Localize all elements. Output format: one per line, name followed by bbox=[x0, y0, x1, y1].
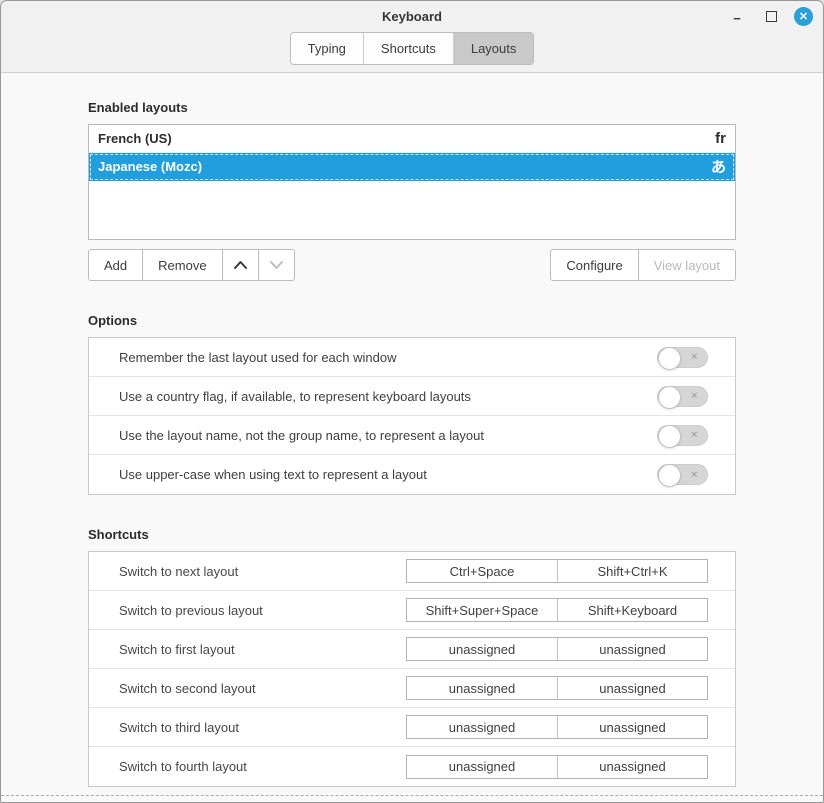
option-label: Use upper-case when using text to repres… bbox=[119, 467, 657, 482]
chevron-up-icon bbox=[233, 260, 248, 270]
keybinding-cell[interactable]: unassigned bbox=[557, 677, 707, 699]
layout-edit-button-group: Add Remove bbox=[88, 249, 295, 281]
toggle-off-x-icon: ✕ bbox=[690, 391, 698, 402]
toggle-knob bbox=[658, 464, 681, 487]
option-row-remember-last-layout: Remember the last layout used for each w… bbox=[89, 338, 735, 377]
keybinding-cell[interactable]: unassigned bbox=[407, 677, 557, 699]
shortcut-label: Switch to third layout bbox=[119, 720, 406, 735]
option-row-layout-name: Use the layout name, not the group name,… bbox=[89, 416, 735, 455]
binding-group: unassigned unassigned bbox=[406, 755, 708, 779]
titlebar: Keyboard − ✕ bbox=[1, 1, 823, 32]
remove-layout-button[interactable]: Remove bbox=[143, 249, 222, 281]
keybinding-cell[interactable]: Shift+Ctrl+K bbox=[557, 560, 707, 582]
keyboard-settings-window: Keyboard − ✕ Typing Shortcuts Layouts En… bbox=[0, 0, 824, 803]
shortcuts-box: Switch to next layout Ctrl+Space Shift+C… bbox=[88, 551, 736, 787]
toggle-off-x-icon: ✕ bbox=[690, 469, 698, 480]
option-label: Use a country flag, if available, to rep… bbox=[119, 389, 657, 404]
view-layout-button[interactable]: View layout bbox=[639, 249, 736, 281]
move-layout-down-button[interactable] bbox=[259, 249, 295, 281]
tab-typing[interactable]: Typing bbox=[291, 33, 363, 64]
enabled-layouts-list[interactable]: French (US) fr Japanese (Mozc) あ bbox=[88, 124, 736, 240]
maximize-icon bbox=[766, 11, 777, 22]
close-button[interactable]: ✕ bbox=[794, 7, 813, 26]
shortcut-row-next-layout: Switch to next layout Ctrl+Space Shift+C… bbox=[89, 552, 735, 591]
toggle-knob bbox=[658, 425, 681, 448]
layout-row-french-us[interactable]: French (US) fr bbox=[89, 125, 735, 153]
keybinding-cell[interactable]: Shift+Super+Space bbox=[407, 599, 557, 621]
enabled-layouts-heading: Enabled layouts bbox=[88, 100, 736, 115]
keybinding-cell[interactable]: unassigned bbox=[407, 756, 557, 778]
layout-row-japanese-mozc[interactable]: Japanese (Mozc) あ bbox=[89, 153, 735, 181]
keybinding-cell[interactable]: unassigned bbox=[557, 756, 707, 778]
keybinding-cell[interactable]: unassigned bbox=[407, 716, 557, 738]
bottom-resize-separator bbox=[1, 795, 823, 796]
layout-indicator: fr bbox=[715, 130, 726, 147]
tab-shortcuts[interactable]: Shortcuts bbox=[363, 33, 453, 64]
toggle-country-flag[interactable]: ✕ bbox=[657, 386, 708, 407]
shortcut-row-second-layout: Switch to second layout unassigned unass… bbox=[89, 669, 735, 708]
layout-name: French (US) bbox=[98, 131, 715, 146]
chevron-down-icon bbox=[269, 260, 284, 270]
toggle-knob bbox=[658, 386, 681, 409]
options-box: Remember the last layout used for each w… bbox=[88, 337, 736, 495]
tab-layouts[interactable]: Layouts bbox=[453, 33, 534, 64]
move-layout-up-button[interactable] bbox=[223, 249, 259, 281]
binding-group: unassigned unassigned bbox=[406, 676, 708, 700]
minimize-button[interactable]: − bbox=[726, 6, 748, 28]
window-title: Keyboard bbox=[1, 9, 823, 24]
option-label: Remember the last layout used for each w… bbox=[119, 350, 657, 365]
shortcut-label: Switch to second layout bbox=[119, 681, 406, 696]
option-row-upper-case: Use upper-case when using text to repres… bbox=[89, 455, 735, 494]
maximize-button[interactable] bbox=[760, 6, 782, 28]
toggle-layout-name[interactable]: ✕ bbox=[657, 425, 708, 446]
keybinding-cell[interactable]: unassigned bbox=[557, 638, 707, 660]
shortcut-label: Switch to next layout bbox=[119, 564, 406, 579]
shortcut-row-third-layout: Switch to third layout unassigned unassi… bbox=[89, 708, 735, 747]
option-row-country-flag: Use a country flag, if available, to rep… bbox=[89, 377, 735, 416]
toggle-knob bbox=[658, 347, 681, 370]
configure-button[interactable]: Configure bbox=[550, 249, 638, 281]
tab-switcher: Typing Shortcuts Layouts bbox=[290, 32, 535, 65]
window-controls: − ✕ bbox=[726, 1, 813, 32]
layout-indicator: あ bbox=[711, 156, 726, 177]
toggle-upper-case[interactable]: ✕ bbox=[657, 464, 708, 485]
close-icon: ✕ bbox=[799, 10, 808, 23]
keybinding-cell[interactable]: Ctrl+Space bbox=[407, 560, 557, 582]
shortcut-label: Switch to previous layout bbox=[119, 603, 406, 618]
shortcut-label: Switch to first layout bbox=[119, 642, 406, 657]
binding-group: Shift+Super+Space Shift+Keyboard bbox=[406, 598, 708, 622]
shortcut-row-fourth-layout: Switch to fourth layout unassigned unass… bbox=[89, 747, 735, 786]
toggle-remember-last-layout[interactable]: ✕ bbox=[657, 347, 708, 368]
shortcut-row-first-layout: Switch to first layout unassigned unassi… bbox=[89, 630, 735, 669]
toggle-off-x-icon: ✕ bbox=[690, 430, 698, 441]
option-label: Use the layout name, not the group name,… bbox=[119, 428, 657, 443]
layout-config-button-group: Configure View layout bbox=[550, 249, 736, 281]
shortcut-label: Switch to fourth layout bbox=[119, 759, 406, 774]
tab-bar: Typing Shortcuts Layouts bbox=[1, 32, 823, 65]
options-heading: Options bbox=[88, 313, 736, 328]
binding-group: unassigned unassigned bbox=[406, 715, 708, 739]
binding-group: Ctrl+Space Shift+Ctrl+K bbox=[406, 559, 708, 583]
layouts-page: Enabled layouts French (US) fr Japanese … bbox=[1, 100, 823, 787]
toggle-off-x-icon: ✕ bbox=[690, 352, 698, 363]
binding-group: unassigned unassigned bbox=[406, 637, 708, 661]
layout-name: Japanese (Mozc) bbox=[98, 159, 711, 174]
layout-list-toolbar: Add Remove Configure View layout bbox=[88, 249, 736, 281]
keybinding-cell[interactable]: Shift+Keyboard bbox=[557, 599, 707, 621]
keybinding-cell[interactable]: unassigned bbox=[407, 638, 557, 660]
keybinding-cell[interactable]: unassigned bbox=[557, 716, 707, 738]
shortcut-row-previous-layout: Switch to previous layout Shift+Super+Sp… bbox=[89, 591, 735, 630]
window-header: Keyboard − ✕ Typing Shortcuts Layouts bbox=[1, 1, 823, 73]
add-layout-button[interactable]: Add bbox=[88, 249, 143, 281]
shortcuts-heading: Shortcuts bbox=[88, 527, 736, 542]
